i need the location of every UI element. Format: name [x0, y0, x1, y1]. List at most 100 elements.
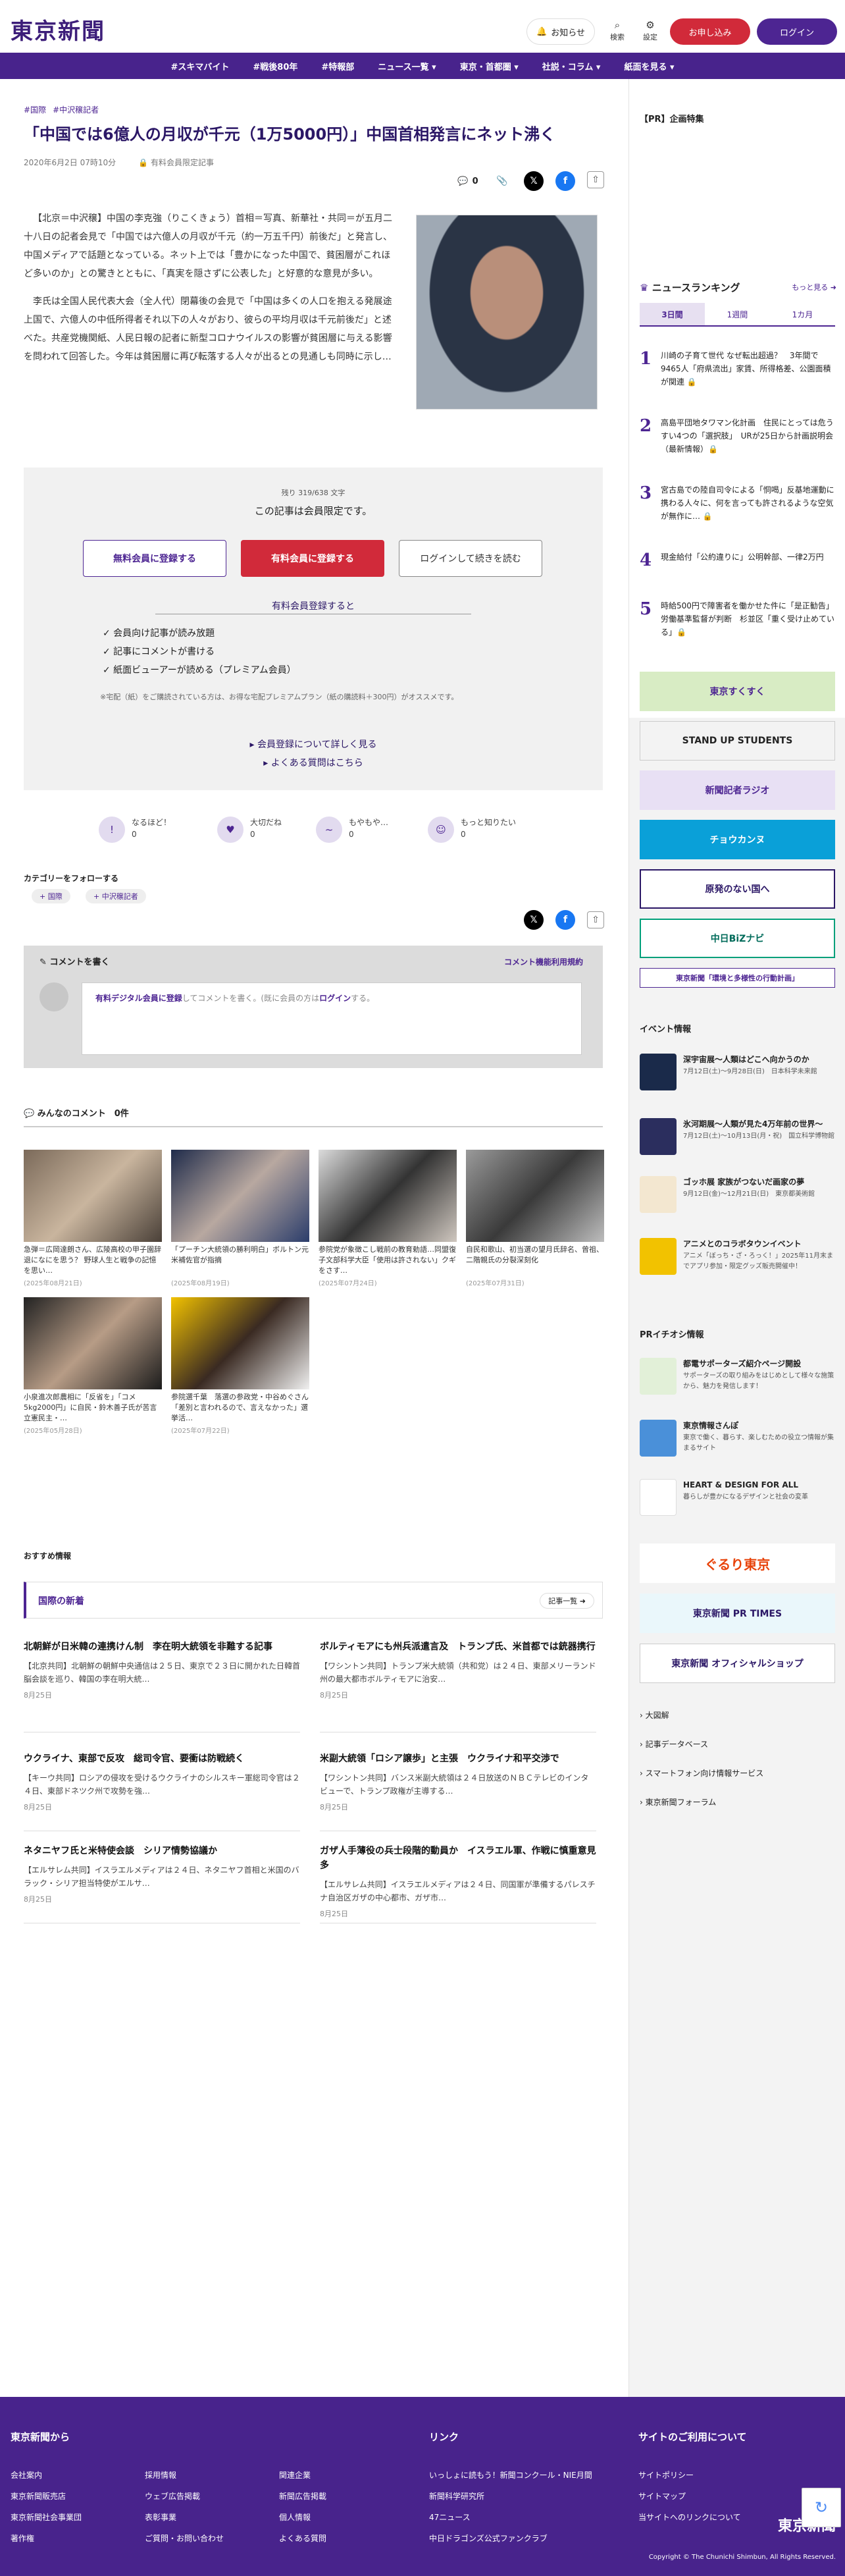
- event-item[interactable]: アニメとのコラボタウンイベント アニメ「ぼっち・ざ・ろっく！」2025年11月末ま…: [640, 1238, 835, 1277]
- related-card[interactable]: 参院党が象徴こし戦前の教育勅語…同盟復子文部科学大臣「使用は許されない」クギをさ…: [319, 1150, 457, 1287]
- nav-item[interactable]: ニュース一覧 ▾: [378, 60, 436, 72]
- site-logo[interactable]: 東京新聞: [11, 13, 105, 45]
- nav-item[interactable]: #戦後80年: [253, 60, 297, 72]
- banner-action-plan[interactable]: 東京新聞「環境と多様性の行動計画」: [640, 968, 835, 988]
- footer-link[interactable]: サイトマップ: [638, 2490, 686, 2502]
- notify-button[interactable]: 🔔 お知らせ: [526, 18, 595, 45]
- nav-item[interactable]: 東京・首都圏 ▾: [460, 60, 519, 72]
- news-item[interactable]: ボルティモアにも州兵派遣言及 トランプ氏、米首都では銃器携行 【ワシントン共同】ト…: [320, 1640, 596, 1700]
- clip-icon[interactable]: 📎: [492, 171, 512, 191]
- recaptcha-icon[interactable]: ↻: [802, 2488, 841, 2527]
- news-item[interactable]: 北朝鮮が日米韓の連携けん制 李在明大統領を非難する記事 【北京共同】北朝鮮の朝鮮中…: [24, 1640, 300, 1700]
- news-item[interactable]: 米副大統領「ロシア譲歩」と主張 ウクライナ和平交渉で 【ワシントン共同】バンス米副…: [320, 1752, 596, 1812]
- banner-gururi[interactable]: ぐるり東京: [640, 1543, 835, 1583]
- share-icon[interactable]: ⇧: [587, 911, 604, 928]
- login-to-read-button[interactable]: ログインして続きを読む: [399, 540, 542, 577]
- related-card[interactable]: 参院選千葉 落選の参政党・中谷めぐさん「差別と言われるので、言えなかった」選挙活…: [171, 1297, 309, 1435]
- footer-link[interactable]: 東京新聞販売店: [11, 2490, 66, 2502]
- news-item[interactable]: ガザ人手薄役の兵士段階的動員か イスラエル軍、作戦に慎重意見多 【エルサレム共同】…: [320, 1844, 596, 1919]
- nav-item[interactable]: #特報部: [321, 60, 354, 72]
- reaction-naruhodo[interactable]: ! なるほど！ 0: [99, 817, 171, 843]
- pr-item[interactable]: 東京情報さんぽ 東京で働く、暮らす、楽しむための役立つ情報が集まるサイト: [640, 1420, 835, 1459]
- sidebar-link[interactable]: › 大図解: [640, 1709, 669, 1721]
- nav-item[interactable]: 紙面を見る ▾: [624, 60, 674, 72]
- nav-item[interactable]: #スキマバイト: [171, 60, 230, 72]
- banner-sukusuku[interactable]: 東京すくすく: [640, 672, 835, 711]
- reaction-motto[interactable]: ☺ もっと知りたい 0: [428, 817, 516, 843]
- lock-icon: 🔒: [138, 158, 149, 167]
- footer-link[interactable]: ご質問・お問い合わせ: [145, 2533, 224, 2544]
- footer-link[interactable]: 著作権: [11, 2533, 34, 2544]
- tag-link[interactable]: #中沢穣記者: [53, 104, 99, 115]
- reaction-moyamoya[interactable]: ~ もやもや… 0: [316, 817, 388, 843]
- banner-prtimes[interactable]: 東京新聞 PR TIMES: [640, 1594, 835, 1633]
- search-button[interactable]: ⌕ 検索: [603, 18, 632, 42]
- free-register-button[interactable]: 無料会員に登録する: [83, 540, 226, 577]
- pr-item[interactable]: 都電サポーターズ紹介ページ開設 サポーターズの取り組みをはじめとして様々な施策から…: [640, 1358, 835, 1397]
- banner-chokanu[interactable]: チョウカンヌ: [640, 820, 835, 859]
- sidebar-link[interactable]: › 記事データベース: [640, 1738, 708, 1750]
- register-button[interactable]: お申し込み: [670, 18, 750, 45]
- event-item[interactable]: 深宇宙展〜人類はどこへ向かうのか 7月12日(土)〜9月28日(日) 日本科学未来…: [640, 1054, 835, 1093]
- facebook-share-icon[interactable]: f: [555, 910, 575, 930]
- banner-radio[interactable]: 新聞記者ラジオ: [640, 770, 835, 810]
- members-only-badge: 🔒 有料会員限定記事: [138, 158, 214, 167]
- tab-3days[interactable]: 3日間: [640, 303, 705, 325]
- pr-item[interactable]: HEART & DESIGN FOR ALL 暮らしが豊かになるデザインと社会の変…: [640, 1479, 835, 1518]
- login-link[interactable]: ログイン: [319, 994, 351, 1003]
- tag-link[interactable]: #国際: [24, 104, 46, 115]
- comment-rules-link[interactable]: コメント機能利用規約: [504, 956, 583, 967]
- news-item[interactable]: ネタニヤフ氏と米特使会談 シリア情勢協議か 【エルサレム共同】イスラエルメディアは…: [24, 1844, 300, 1904]
- comment-count-button[interactable]: 💬 0: [453, 171, 483, 191]
- banner-shop[interactable]: 東京新聞 オフィシャルショップ: [640, 1644, 835, 1683]
- x-share-icon[interactable]: 𝕏: [524, 171, 544, 191]
- footer-link[interactable]: 個人情報: [279, 2511, 311, 2523]
- footer-link[interactable]: 新聞科学研究所: [429, 2490, 484, 2502]
- paid-register-button[interactable]: 有料会員に登録する: [241, 540, 384, 577]
- event-item[interactable]: ゴッホ展 家族がつないだ画家の夢 9月12日(金)〜12月21日(日) 東京都美術…: [640, 1176, 835, 1216]
- related-card[interactable]: 急弾＝広岡達朗さん、広陵高校の甲子園辞退になにを思う？ 野球人生と戦争の記憶を思…: [24, 1150, 162, 1287]
- comment-input[interactable]: 有料デジタル会員に登録してコメントを書く。(既に会員の方はログインする。: [82, 982, 582, 1055]
- footer-link[interactable]: ウェブ広告掲載: [145, 2490, 200, 2502]
- footer-link[interactable]: 関連企業: [279, 2469, 311, 2481]
- footer-link[interactable]: 採用情報: [145, 2469, 176, 2481]
- tab-1week[interactable]: 1週間: [705, 303, 770, 325]
- footer-link[interactable]: 会社案内: [11, 2469, 42, 2481]
- footer-link[interactable]: いっしょに読もう！新聞コンクール・NIE月間: [429, 2469, 592, 2481]
- footer-link[interactable]: サイトポリシー: [638, 2469, 694, 2481]
- share-icon[interactable]: ⇧: [587, 171, 604, 188]
- footer-link[interactable]: 東京新聞社会事業団: [11, 2511, 82, 2523]
- sidebar-link[interactable]: › 東京新聞フォーラム: [640, 1796, 716, 1808]
- related-card[interactable]: 自民和歌山、初当選の望月氏辞名、曾祖、二階親氏の分裂深刻化 (2025年07月3…: [466, 1150, 604, 1287]
- sidebar-link[interactable]: › スマートフォン向け情報サービス: [640, 1767, 763, 1779]
- related-card[interactable]: 「プーチン大統領の勝利明白」ボルトン元米補佐官が指摘 (2025年08月19日): [171, 1150, 309, 1287]
- membership-info-link[interactable]: ▸ 会員登録について詳しく見る: [24, 738, 603, 751]
- banner-bizanavi[interactable]: 中日BiZナビ: [640, 919, 835, 958]
- footer-link[interactable]: 当サイトへのリンクについて: [638, 2511, 741, 2523]
- footer-link[interactable]: 新聞広告掲載: [279, 2490, 326, 2502]
- ranking-more-link[interactable]: もっと見る ➜: [792, 282, 836, 292]
- follow-chip-kokusai[interactable]: + 国際: [32, 889, 70, 903]
- benefit-item: ✓ 記事にコメントが書ける: [103, 647, 215, 657]
- related-card[interactable]: 小泉進次郎農相に「反省を」「コメ5kg2000円」に自民・鈴木善子氏が苦言 立憲…: [24, 1297, 162, 1435]
- login-button[interactable]: ログイン: [757, 18, 837, 45]
- nav-item[interactable]: 社説・コラム ▾: [542, 60, 601, 72]
- footer-link[interactable]: 中日ドラゴンズ公式ファンクラブ: [429, 2533, 548, 2544]
- event-item[interactable]: 氷河期展〜人類が見た4万年前の世界〜 7月12日(土)〜10月13日(月・祝) 国…: [640, 1118, 835, 1158]
- related-image: [171, 1150, 309, 1242]
- tab-1month[interactable]: 1カ月: [770, 303, 835, 325]
- footer-link[interactable]: 47ニュース: [429, 2511, 471, 2523]
- section-more-button[interactable]: 記事一覧 ➜: [540, 1593, 594, 1609]
- settings-button[interactable]: ⚙ 設定: [636, 18, 665, 42]
- footer-link[interactable]: 表彰事業: [145, 2511, 176, 2523]
- banner-standup[interactable]: STAND UP STUDENTS: [640, 721, 835, 761]
- reaction-taisetsu[interactable]: ♥ 大切だね 0: [217, 817, 282, 843]
- footer-link[interactable]: よくある質問: [279, 2533, 326, 2544]
- news-item[interactable]: ウクライナ、東部で反攻 総司令官、要衝は防戦続く 【キーウ共同】ロシアの侵攻を受け…: [24, 1752, 300, 1812]
- register-link[interactable]: 有料デジタル会員に登録: [95, 994, 182, 1003]
- x-share-icon[interactable]: 𝕏: [524, 910, 544, 930]
- banner-genpatsu[interactable]: 原発のない国へ: [640, 869, 835, 909]
- facebook-share-icon[interactable]: f: [555, 171, 575, 191]
- follow-chip-reporter[interactable]: + 中沢穣記者: [86, 889, 146, 903]
- faq-link[interactable]: ▸ よくある質問はこちら: [24, 756, 603, 769]
